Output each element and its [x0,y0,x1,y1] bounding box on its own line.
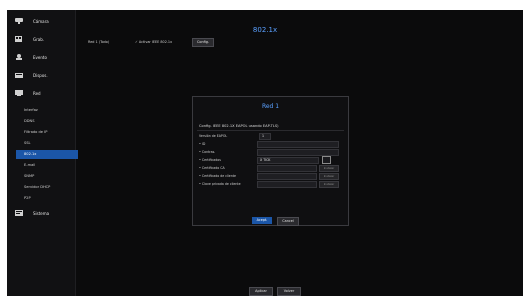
certificates-label: • Certificados [199,158,221,162]
sidebar-subitem-p2p[interactable]: P2P [7,194,75,203]
sidebar-subitem-label: Filtrado de IP [24,130,48,134]
camera-icon [15,18,23,24]
dialog-subtitle: Config. IEEE 802.1X EAPOL usando EAP-TLS… [199,124,279,128]
eapol-version-label: Versión de EAPOL [199,134,228,138]
sidebar-subitem-label: SNMP [24,174,35,178]
id-label: • ID [199,142,206,146]
sidebar-item-label: Red [33,91,41,96]
sidebar-subitem-label: SSL [24,141,31,145]
config-dialog: Red 1 Config. IEEE 802.1X EAPOL usando E… [192,96,349,226]
sidebar-item-label: Sistema [33,211,50,216]
back-button[interactable]: Volver [277,287,301,296]
sidebar-item-network[interactable]: Red [7,86,75,104]
eapol-version-select[interactable]: 1 [259,133,271,140]
config-button[interactable]: Config. [192,38,214,47]
bottom-bar: Aplicar Volver [77,282,523,296]
certificates-select[interactable]: X TICK [257,157,319,164]
client-key-install-button[interactable]: Instalar [319,181,339,188]
cancel-button[interactable]: Cancel [277,217,299,226]
apply-button[interactable]: Aplicar [249,287,273,296]
sidebar-subitem-8021x[interactable]: 802.1x [16,150,78,159]
ca-cert-install-button[interactable]: Instalar [319,165,339,172]
sidebar-subitem-label: Interfaz [24,108,38,112]
dialog-title: Red 1 [261,103,280,110]
divider [197,130,344,131]
app-window: Cámara Grab. Evento Dispos. Red Interfaz… [7,10,523,296]
page-title: 802.1x [252,26,278,34]
client-key-input[interactable] [257,181,317,188]
event-icon [16,54,22,60]
ca-cert-label: • Certificado CA [199,166,225,170]
sidebar-item-recording[interactable]: Grab. [7,32,75,50]
sidebar: Cámara Grab. Evento Dispos. Red Interfaz… [7,10,78,296]
sidebar-item-label: Evento [33,55,47,60]
sidebar-subitem-label: DDNS [24,119,35,123]
activate-8021x-checkbox[interactable]: ✓ Activar IEEE 802.1x [135,40,172,44]
password-input[interactable] [257,149,339,156]
network-row-label: Red 1 (Todo) [88,40,110,44]
password-label: • Contras. [199,150,216,154]
sidebar-item-system[interactable]: Sistema [7,206,75,224]
device-icon [15,73,23,78]
client-cert-label: • Certificado de cliente [199,174,236,178]
sidebar-subitem-ssl[interactable]: SSL [7,139,75,148]
client-cert-input[interactable] [257,173,317,180]
eapol-version-value: 1 [262,134,265,138]
sidebar-subitem-label: P2P [24,196,31,200]
sidebar-item-event[interactable]: Evento [7,50,75,68]
client-cert-install-button[interactable]: Instalar [319,173,339,180]
certificates-value: X TICK [260,158,271,162]
certificates-checkbox[interactable] [322,156,331,172]
sidebar-subitem-snmp[interactable]: SNMP [7,172,75,181]
sidebar-item-label: Grab. [33,37,45,42]
sidebar-subitem-label: 802.1x [24,152,37,156]
sidebar-subitem-ddns[interactable]: DDNS [7,117,75,126]
sidebar-subitem-dhcp-server[interactable]: Servidor DHCP [7,183,75,192]
sidebar-subitem-label: E-mail [24,163,36,167]
sidebar-subitem-interface[interactable]: Interfaz [7,106,75,115]
record-icon [15,36,22,42]
sidebar-item-device[interactable]: Dispos. [7,68,75,86]
sidebar-subitem-ip-filter[interactable]: Filtrado de IP [7,128,75,137]
network-icon [15,90,23,96]
sidebar-item-label: Dispos. [33,73,48,78]
sidebar-item-label: Cámara [33,19,49,24]
client-key-label: • Clave privada de cliente [199,182,241,186]
activate-8021x-label: Activar IEEE 802.1x [138,40,173,44]
accept-button[interactable]: Acept. [252,217,272,224]
sidebar-subitem-email[interactable]: E-mail [7,161,75,170]
sidebar-subitem-label: Servidor DHCP [24,185,51,189]
ca-cert-input[interactable] [257,165,317,172]
id-input[interactable] [257,141,339,148]
system-icon [15,210,23,216]
